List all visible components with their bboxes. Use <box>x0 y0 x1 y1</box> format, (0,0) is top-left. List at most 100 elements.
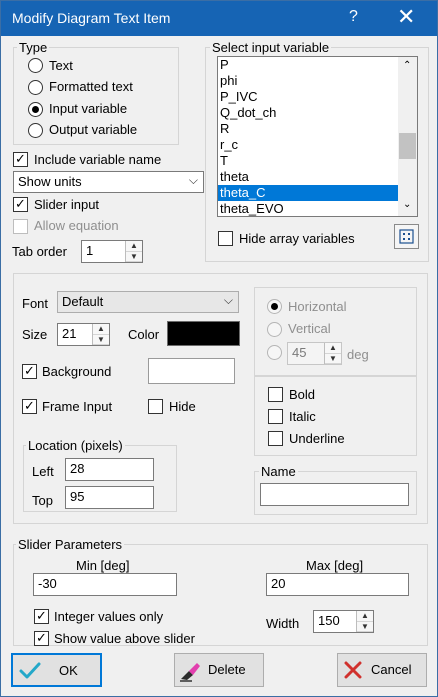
orientation-horizontal-radio[interactable] <box>267 299 282 314</box>
type-input-variable-label: Input variable <box>49 101 128 116</box>
top-input[interactable]: 95 <box>65 486 154 509</box>
angle-spinner[interactable]: ▲ ▼ <box>324 343 341 364</box>
angle-unit-label: deg <box>347 347 369 362</box>
width-value: 150 <box>318 613 340 628</box>
variable-list-item[interactable]: phi <box>218 73 398 89</box>
left-input[interactable]: 28 <box>65 458 154 481</box>
background-color-swatch[interactable] <box>148 358 235 384</box>
type-formatted-text-radio[interactable] <box>28 80 43 95</box>
eraser-icon <box>180 663 200 682</box>
tab-order-input[interactable]: 1 ▲ ▼ <box>81 240 143 263</box>
units-select[interactable]: Show units ⌵ <box>13 171 204 193</box>
array-info-button[interactable] <box>394 224 419 249</box>
orientation-angle-radio[interactable] <box>267 345 282 360</box>
underline-checkbox[interactable] <box>268 431 283 446</box>
font-label: Font <box>22 296 49 311</box>
size-input[interactable]: 21 ▲ ▼ <box>57 323 110 346</box>
size-value: 21 <box>62 326 77 341</box>
scroll-up-icon[interactable]: ⌃ <box>403 60 411 71</box>
variable-list-item[interactable]: theta <box>218 169 398 185</box>
modify-diagram-text-dialog: Modify Diagram Text Item ? ✕ Type Text F… <box>0 0 438 697</box>
name-input[interactable] <box>260 483 409 506</box>
background-label: Background <box>42 364 112 379</box>
size-spinner[interactable]: ▲ ▼ <box>92 324 109 345</box>
tab-order-value: 1 <box>86 243 94 258</box>
include-variable-name-label: Include variable name <box>34 152 162 167</box>
type-group-label: Type <box>17 40 50 55</box>
title-bar: Modify Diagram Text Item ? ✕ <box>1 1 437 36</box>
angle-input[interactable]: 45 ▲ ▼ <box>287 342 342 365</box>
type-text-label: Text <box>49 58 73 73</box>
min-label: Min [deg] <box>76 558 130 573</box>
variable-items: Pphi P_IVC Q_dot_ch Rr_c Ttheta theta_C theta_… <box>218 57 398 216</box>
variable-list-item[interactable]: r_c <box>218 137 398 153</box>
variable-list-item[interactable]: T <box>218 153 398 169</box>
tab-order-spinner[interactable]: ▲ ▼ <box>125 241 142 262</box>
variable-list-item[interactable]: P_IVC <box>218 89 398 105</box>
italic-label: Italic <box>289 409 316 424</box>
include-variable-name-checkbox[interactable]: ✓ <box>13 152 28 167</box>
show-value-checkbox[interactable]: ✓ <box>34 631 49 646</box>
orientation-vertical-radio[interactable] <box>267 322 282 337</box>
tab-order-label: Tab order <box>12 244 67 259</box>
max-label: Max [deg] <box>306 558 364 573</box>
integer-values-label: Integer values only <box>54 609 164 624</box>
type-input-variable-radio[interactable] <box>28 102 43 117</box>
variable-list-item[interactable]: theta_EVO <box>218 201 398 216</box>
ok-label: OK <box>59 663 78 678</box>
variable-list-item[interactable]: Q_dot_ch <box>218 105 398 121</box>
type-formatted-text-label: Formatted text <box>49 79 133 94</box>
show-value-label: Show value above slider <box>54 631 195 646</box>
input-variable-list[interactable]: Pphi P_IVC Q_dot_ch Rr_c Ttheta theta_C theta_… <box>217 56 418 217</box>
array-info-icon <box>399 229 414 244</box>
units-select-value: Show units <box>18 174 82 189</box>
min-input[interactable]: -30 <box>33 573 177 596</box>
frame-input-checkbox[interactable]: ✓ <box>22 399 37 414</box>
left-value: 28 <box>70 461 85 476</box>
max-value: 20 <box>271 576 286 591</box>
color-swatch[interactable] <box>167 321 240 346</box>
font-select-value: Default <box>62 294 104 309</box>
type-output-variable-radio[interactable] <box>28 123 43 138</box>
scroll-thumb[interactable] <box>399 133 416 159</box>
checkmark-icon <box>19 662 41 679</box>
allow-equation-label: Allow equation <box>34 218 119 233</box>
cancel-button[interactable]: Cancel <box>337 653 427 687</box>
allow-equation-checkbox[interactable] <box>13 219 28 234</box>
width-spinner[interactable]: ▲ ▼ <box>356 611 373 632</box>
delete-button[interactable]: Delete <box>174 653 264 687</box>
type-output-variable-label: Output variable <box>49 122 138 137</box>
color-label: Color <box>128 327 160 342</box>
bold-label: Bold <box>289 387 316 402</box>
chevron-down-icon: ⌵ <box>188 173 198 187</box>
bold-checkbox[interactable] <box>268 387 283 402</box>
hide-label: Hide <box>169 399 196 414</box>
background-checkbox[interactable]: ✓ <box>22 364 37 379</box>
help-button[interactable]: ? <box>349 8 358 26</box>
type-text-radio[interactable] <box>28 58 43 73</box>
hide-checkbox[interactable] <box>148 399 163 414</box>
input-variable-label: Select input variable <box>210 40 332 55</box>
location-label: Location (pixels) <box>26 438 125 453</box>
italic-checkbox[interactable] <box>268 409 283 424</box>
top-label: Top <box>32 493 53 508</box>
font-select[interactable]: Default ⌵ <box>57 291 239 313</box>
left-label: Left <box>32 464 54 479</box>
min-value: -30 <box>38 576 57 591</box>
variable-list-item[interactable]: P <box>218 57 398 73</box>
ok-button[interactable]: OK <box>11 653 102 687</box>
window-title: Modify Diagram Text Item <box>12 10 171 26</box>
variable-list-scrollbar[interactable]: ⌃ ⌄ <box>398 57 417 216</box>
integer-values-checkbox[interactable]: ✓ <box>34 609 49 624</box>
width-input[interactable]: 150 ▲ ▼ <box>313 610 374 633</box>
variable-list-item[interactable]: theta_C <box>218 185 398 201</box>
hide-array-checkbox[interactable] <box>218 231 233 246</box>
scroll-down-icon[interactable]: ⌄ <box>403 199 411 210</box>
underline-label: Underline <box>289 431 345 446</box>
width-label: Width <box>266 616 300 631</box>
slider-input-checkbox[interactable]: ✓ <box>13 197 28 212</box>
variable-list-item[interactable]: R <box>218 121 398 137</box>
orientation-vertical-label: Vertical <box>288 321 331 336</box>
max-input[interactable]: 20 <box>266 573 409 596</box>
close-button[interactable]: ✕ <box>397 4 415 30</box>
